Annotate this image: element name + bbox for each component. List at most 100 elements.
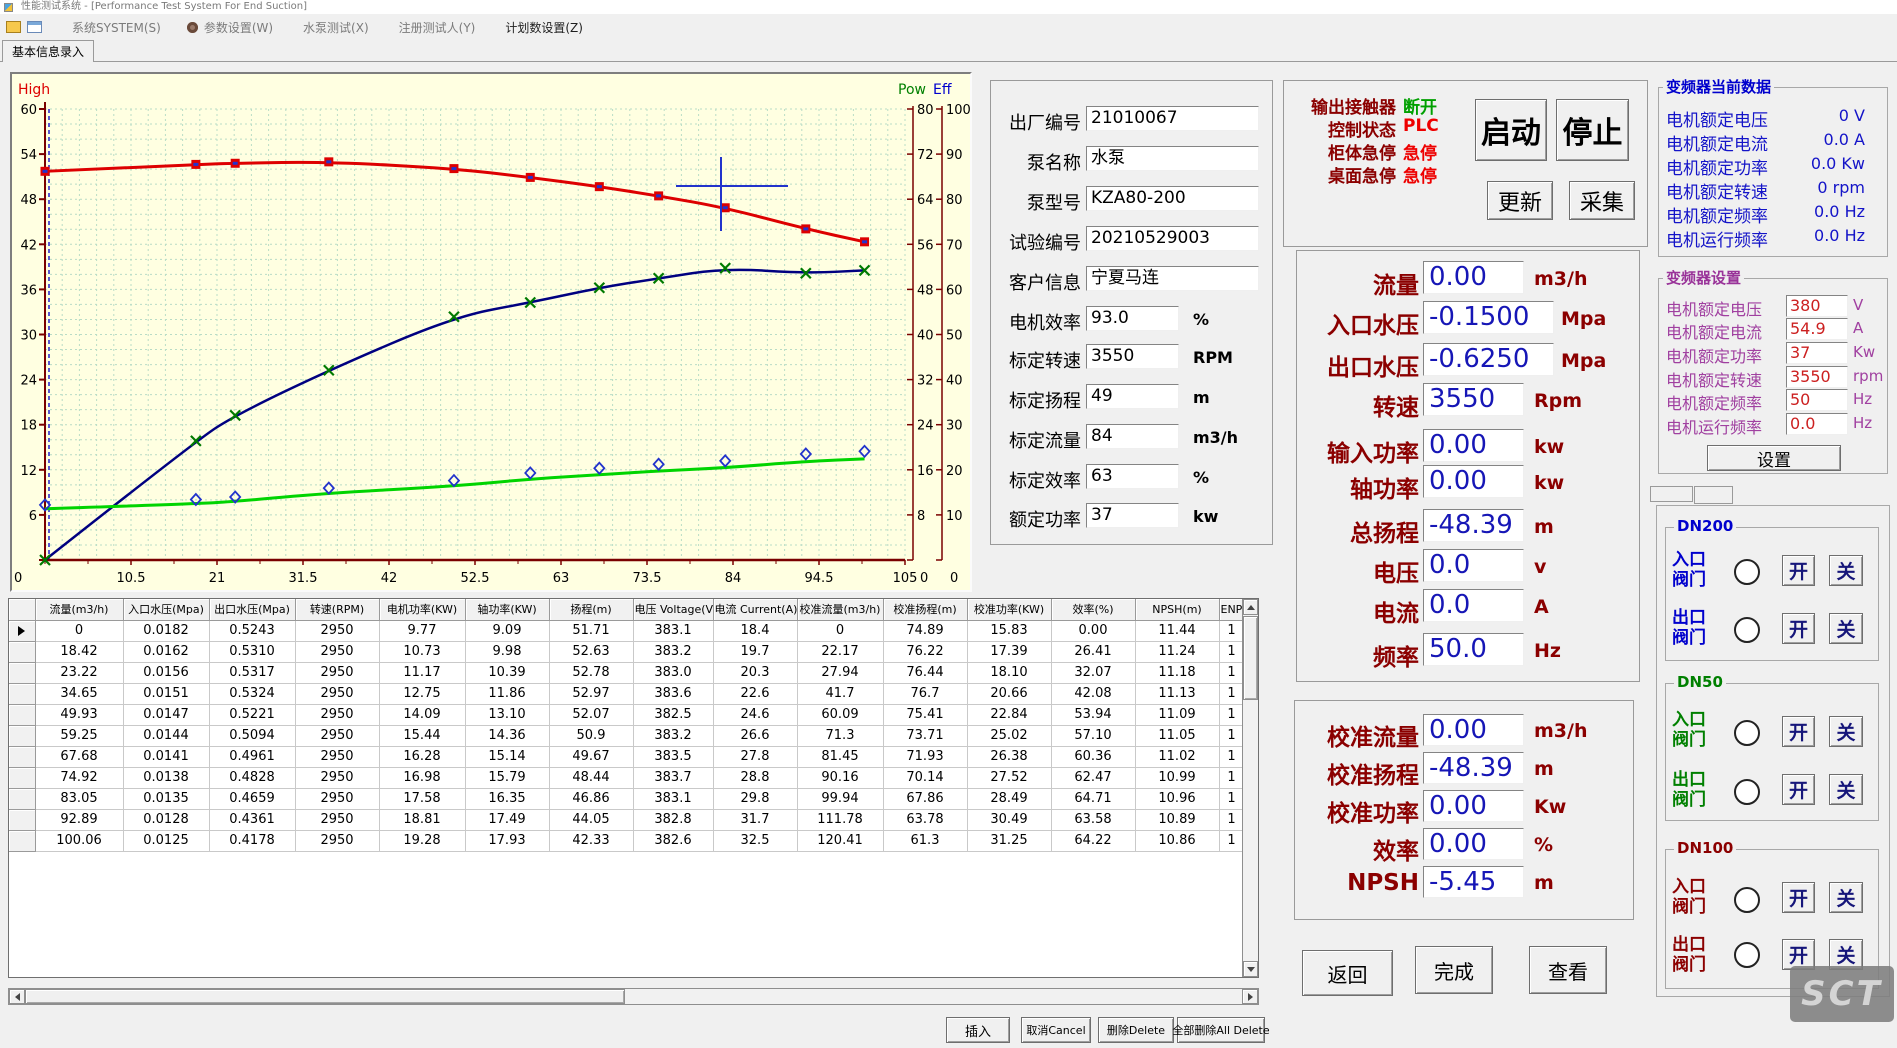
field-input-9[interactable]: 84 (1086, 424, 1179, 449)
table-cell[interactable]: 383.7 (633, 767, 713, 788)
row-selector[interactable] (9, 746, 35, 767)
field-input-7[interactable]: 3550 (1086, 344, 1179, 369)
table-cell[interactable]: 382.5 (633, 704, 713, 725)
table-cell[interactable]: 0.4659 (209, 788, 295, 809)
horizontal-scroll-thumb[interactable] (25, 989, 625, 1004)
field-input-6[interactable]: 93.0 (1086, 306, 1179, 331)
valve-close-button[interactable]: 关 (1829, 613, 1863, 644)
table-cell[interactable]: 76.44 (883, 662, 967, 683)
table-cell[interactable]: 44.05 (549, 809, 633, 830)
table-cell[interactable]: 34.65 (35, 683, 123, 704)
table-cell[interactable]: 49.67 (549, 746, 633, 767)
table-cell[interactable]: 382.8 (633, 809, 713, 830)
update-button[interactable]: 更新 (1487, 181, 1553, 220)
table-cell[interactable]: 9.09 (465, 620, 549, 641)
vfd-set-input-3[interactable]: 37 (1786, 342, 1848, 364)
table-cell[interactable]: 14.36 (465, 725, 549, 746)
table-cell[interactable]: 10.96 (1135, 788, 1219, 809)
table-cell[interactable]: 26.38 (967, 746, 1051, 767)
table-cell[interactable]: 1 (1219, 704, 1244, 725)
table-cell[interactable]: 15.14 (465, 746, 549, 767)
table-cell[interactable]: 0.0138 (123, 767, 209, 788)
table-cell[interactable]: 70.14 (883, 767, 967, 788)
table-cell[interactable]: 18.81 (379, 809, 465, 830)
table-cell[interactable]: 11.24 (1135, 641, 1219, 662)
row-selector[interactable] (9, 620, 35, 641)
valve-open-button[interactable]: 开 (1782, 882, 1815, 913)
table-cell[interactable]: 15.79 (465, 767, 549, 788)
table-cell[interactable]: 10.39 (465, 662, 549, 683)
live-value-7[interactable]: -48.39 (1423, 509, 1524, 542)
table-cell[interactable]: 28.49 (967, 788, 1051, 809)
table-cell[interactable]: 383.1 (633, 620, 713, 641)
table-cell[interactable]: 1 (1219, 746, 1244, 767)
folder-icon[interactable] (6, 21, 21, 33)
table-cell[interactable]: 10.89 (1135, 809, 1219, 830)
table-cell[interactable]: 71.3 (797, 725, 883, 746)
field-input-5[interactable]: 宁夏马连 (1086, 266, 1259, 291)
table-cell[interactable]: 383.2 (633, 641, 713, 662)
table-cell[interactable]: 10.73 (379, 641, 465, 662)
valve-open-button[interactable]: 开 (1782, 613, 1815, 644)
menu-item-1[interactable]: 系统SYSTEM(S) (72, 19, 161, 36)
table-cell[interactable]: 42.33 (549, 830, 633, 851)
table-cell[interactable]: 46.86 (549, 788, 633, 809)
table-cell[interactable]: 0.5243 (209, 620, 295, 641)
table-cell[interactable]: 90.16 (797, 767, 883, 788)
insert-button[interactable]: 插入 (946, 1017, 1010, 1043)
table-cell[interactable]: 9.98 (465, 641, 549, 662)
performance-chart[interactable]: 6054484236302418126010.52131.54252.56373… (10, 72, 972, 592)
table-cell[interactable]: 0.0162 (123, 641, 209, 662)
table-cell[interactable]: 51.71 (549, 620, 633, 641)
table-cell[interactable]: 10.86 (1135, 830, 1219, 851)
table-cell[interactable]: 76.7 (883, 683, 967, 704)
table-cell[interactable]: 383.1 (633, 788, 713, 809)
table-cell[interactable]: 11.09 (1135, 704, 1219, 725)
table-cell[interactable]: 0.00 (1051, 620, 1135, 641)
live-value-9[interactable]: 0.0 (1423, 589, 1524, 622)
valve-open-button[interactable]: 开 (1782, 555, 1815, 586)
table-cell[interactable]: 0.0182 (123, 620, 209, 641)
field-input-11[interactable]: 37 (1086, 503, 1179, 528)
valve-close-button[interactable]: 关 (1829, 555, 1863, 586)
table-cell[interactable]: 26.6 (713, 725, 797, 746)
table-cell[interactable]: 64.71 (1051, 788, 1135, 809)
vfd-set-input-4[interactable]: 3550 (1786, 366, 1848, 388)
table-cell[interactable]: 0.5221 (209, 704, 295, 725)
field-input-1[interactable]: 21010067 (1086, 106, 1259, 131)
field-input-2[interactable]: 水泵 (1086, 146, 1259, 171)
table-cell[interactable]: 1 (1219, 620, 1244, 641)
row-selector[interactable] (9, 683, 35, 704)
menu-item-2[interactable]: 参数设置(W) (204, 19, 273, 36)
vertical-scrollbar[interactable] (1242, 599, 1258, 977)
live-value-6[interactable]: 0.00 (1423, 465, 1524, 498)
table-cell[interactable]: 67.86 (883, 788, 967, 809)
table-cell[interactable]: 99.94 (797, 788, 883, 809)
table-cell[interactable]: 27.8 (713, 746, 797, 767)
calib-value-1[interactable]: 0.00 (1423, 714, 1524, 746)
scroll-down-button[interactable] (1243, 961, 1258, 977)
table-cell[interactable]: 57.10 (1051, 725, 1135, 746)
table-cell[interactable]: 2950 (295, 641, 379, 662)
table-cell[interactable]: 0.0156 (123, 662, 209, 683)
finish-button[interactable]: 完成 (1415, 946, 1493, 994)
table-cell[interactable]: 19.28 (379, 830, 465, 851)
table-cell[interactable]: 2950 (295, 830, 379, 851)
table-cell[interactable]: 1 (1219, 725, 1244, 746)
table-cell[interactable]: 2950 (295, 746, 379, 767)
field-input-4[interactable]: 20210529003 (1086, 226, 1259, 251)
table-cell[interactable]: 28.8 (713, 767, 797, 788)
table-cell[interactable]: 11.02 (1135, 746, 1219, 767)
vfd-set-input-6[interactable]: 0.0 (1786, 413, 1848, 435)
chart-canvas[interactable]: 6054484236302418126010.52131.54252.56373… (12, 74, 970, 590)
calib-value-2[interactable]: -48.39 (1423, 752, 1524, 784)
table-cell[interactable]: 16.28 (379, 746, 465, 767)
valve-close-button[interactable]: 关 (1829, 716, 1863, 747)
table-cell[interactable]: 0.5094 (209, 725, 295, 746)
live-value-4[interactable]: 3550 (1423, 383, 1524, 416)
cancel-button[interactable]: 取消Cancel (1021, 1017, 1091, 1043)
table-cell[interactable]: 2950 (295, 620, 379, 641)
table-cell[interactable]: 62.47 (1051, 767, 1135, 788)
stop-button[interactable]: 停止 (1556, 99, 1629, 161)
table-cell[interactable]: 31.25 (967, 830, 1051, 851)
